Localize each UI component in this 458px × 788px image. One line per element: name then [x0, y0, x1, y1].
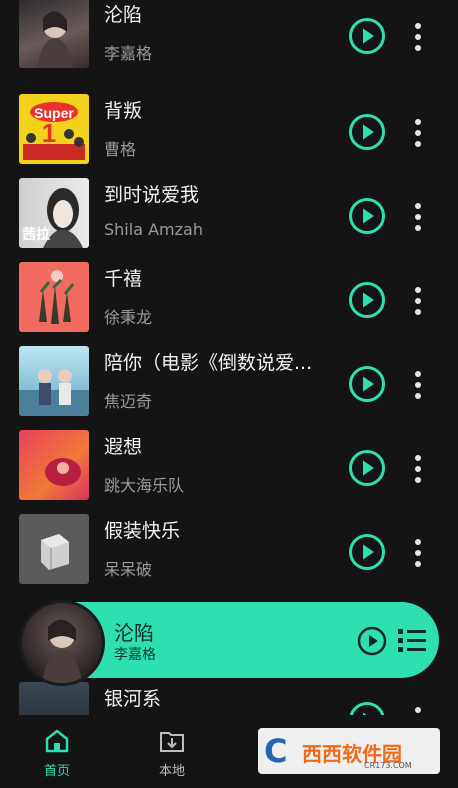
home-icon [45, 729, 69, 753]
song-title: 遐想 [104, 436, 143, 458]
cover-art-icon: Super 1 [23, 102, 85, 160]
more-options-icon[interactable] [405, 284, 431, 318]
song-artist: 徐秉龙 [104, 308, 153, 327]
album-cover [19, 430, 89, 500]
album-cover [19, 514, 89, 584]
watermark-subtext: CR173.COM [364, 761, 412, 770]
cover-text: 茜拉 [22, 227, 50, 243]
svg-text:1: 1 [42, 118, 56, 148]
song-artist: 呆呆破 [104, 560, 153, 579]
album-cover [19, 346, 89, 416]
list-item[interactable]: 千禧 徐秉龙 [0, 254, 458, 338]
play-icon[interactable] [348, 449, 386, 487]
album-cover [19, 682, 89, 715]
song-title: 沦陷 [104, 4, 143, 26]
play-icon[interactable] [348, 113, 386, 151]
song-title: 到时说爱我 [104, 184, 200, 206]
watermark-logo-mark: C [264, 732, 288, 770]
song-title: 假装快乐 [104, 520, 181, 542]
now-playing-cover[interactable] [19, 600, 105, 686]
song-title: 背叛 [104, 100, 143, 122]
song-artist: 焦迈奇 [104, 392, 153, 411]
play-icon[interactable] [348, 281, 386, 319]
song-title: 陪你（电影《倒数说爱... [104, 352, 313, 374]
album-cover [19, 262, 89, 332]
watermark-logo: C 西西软件园 CR173.COM [258, 728, 440, 774]
album-cover: Super 1 [19, 94, 89, 164]
list-item[interactable]: Super 1 背叛 曹格 [0, 86, 458, 170]
album-cover [19, 0, 89, 68]
song-artist: 曹格 [104, 140, 137, 159]
nav-home-label: 首页 [43, 764, 70, 779]
play-icon[interactable] [348, 533, 386, 571]
song-title: 银河系 [104, 688, 162, 710]
nav-local[interactable]: 本地 [137, 727, 207, 779]
more-options-icon[interactable] [405, 452, 431, 486]
playlist-icon[interactable] [397, 627, 427, 655]
song-artist: Shila Amzah [104, 220, 203, 239]
play-icon[interactable] [357, 626, 387, 656]
more-options-icon[interactable] [405, 704, 431, 715]
more-options-icon[interactable] [405, 116, 431, 150]
play-icon[interactable] [348, 701, 386, 715]
cover-art-icon [39, 270, 75, 324]
now-playing-artist: 李嘉格 [114, 647, 156, 663]
play-icon[interactable] [348, 17, 386, 55]
list-item[interactable]: 假装快乐 呆呆破 [0, 506, 458, 590]
list-item[interactable]: 陪你（电影《倒数说爱... 焦迈奇 [0, 338, 458, 422]
song-artist: 李嘉格 [104, 44, 153, 63]
song-artist: 跳大海乐队 [104, 476, 185, 495]
more-options-icon[interactable] [405, 536, 431, 570]
song-title: 千禧 [104, 268, 143, 290]
cover-art-icon [19, 369, 89, 416]
cover-art-icon [37, 11, 73, 68]
list-item[interactable]: 遐想 跳大海乐队 [0, 422, 458, 506]
nav-local-label: 本地 [158, 764, 185, 779]
cover-art-icon [41, 534, 69, 570]
cover-art-icon [45, 458, 81, 486]
more-options-icon[interactable] [405, 20, 431, 54]
list-item[interactable]: 茜拉 到时说爱我 Shila Amzah [0, 170, 458, 254]
more-options-icon[interactable] [405, 368, 431, 402]
play-icon[interactable] [348, 197, 386, 235]
play-icon[interactable] [348, 365, 386, 403]
download-folder-icon [160, 732, 184, 752]
cover-art-icon [42, 619, 82, 683]
nav-home[interactable]: 首页 [22, 727, 92, 779]
now-playing-bar[interactable]: 沦陷 李嘉格 [19, 600, 439, 686]
more-options-icon[interactable] [405, 200, 431, 234]
list-item[interactable]: 沦陷 李嘉格 [0, 0, 458, 74]
album-cover: 茜拉 [19, 178, 89, 248]
now-playing-title: 沦陷 [114, 621, 154, 645]
